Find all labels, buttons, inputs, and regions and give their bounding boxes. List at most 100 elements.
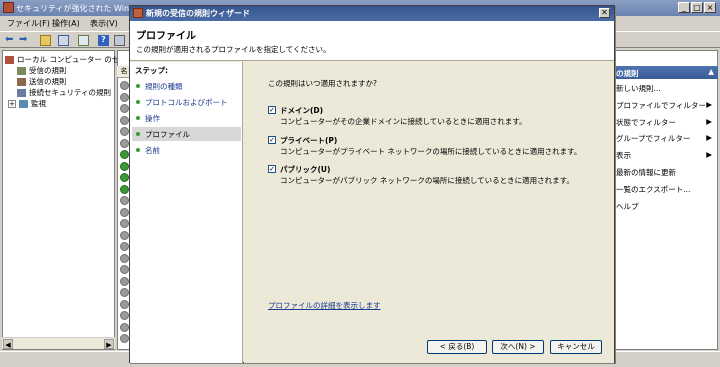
properties-icon[interactable] <box>114 35 125 46</box>
domain-description: コンピューターがその企業ドメインに接続しているときに適用されます。 <box>280 117 527 126</box>
action-item[interactable]: 最新の情報に更新 <box>616 167 716 179</box>
steps-title: ステップ: <box>135 66 168 75</box>
actions-header[interactable]: の規則 ▲ <box>614 66 718 79</box>
monitor-icon <box>19 99 28 108</box>
public-label[interactable]: パブリック(U) <box>280 164 330 175</box>
public-checkbox[interactable]: ✓ <box>268 165 276 173</box>
collapse-icon[interactable]: ▲ <box>708 67 714 76</box>
rule-status-icon <box>120 196 129 205</box>
rule-status-icon <box>120 92 129 102</box>
help-icon[interactable]: ? <box>98 35 109 46</box>
action-item[interactable]: 表示 ▶ <box>616 150 716 162</box>
close-button[interactable]: × <box>704 2 716 13</box>
step-protocol-port[interactable]: プロトコルおよびポート <box>132 95 241 109</box>
submenu-arrow-icon: ▶ <box>706 99 712 109</box>
scroll-left-icon[interactable]: ◀ <box>3 339 13 349</box>
wizard-header: プロファイル この規則が適用されるプロファイルを指定してください。 <box>130 21 614 61</box>
private-checkbox[interactable]: ✓ <box>268 136 276 144</box>
forward-arrow-icon[interactable]: ➡ <box>19 35 30 46</box>
step-rule-type[interactable]: 規則の種類 <box>132 79 241 93</box>
cancel-button[interactable]: キャンセル <box>550 340 602 354</box>
rule-status-icon <box>120 161 129 171</box>
domain-checkbox[interactable]: ✓ <box>268 106 276 114</box>
export-icon[interactable] <box>78 35 89 46</box>
action-label: ヘルプ <box>616 201 639 211</box>
tree-item-connection-security[interactable]: 接続セキュリティの規則 <box>17 87 111 98</box>
rule-status-icon <box>120 230 129 240</box>
action-item[interactable]: 一覧のエクスポート... <box>616 184 716 196</box>
step-label: 名前 <box>145 145 160 155</box>
private-description: コンピューターがプライベート ネットワークの場所に接続しているときに適用されます… <box>280 147 582 156</box>
action-label: 新しい規則... <box>616 84 661 93</box>
rule-status-icon <box>120 115 129 125</box>
wizard-close-button[interactable]: ✕ <box>599 8 610 18</box>
step-label: プロトコルおよびポート <box>145 97 228 107</box>
step-bullet-icon <box>136 132 140 136</box>
private-label[interactable]: プライベート(P) <box>280 135 337 146</box>
firewall-icon <box>3 2 14 13</box>
action-item[interactable]: 新しい規則... <box>616 83 716 95</box>
tree-root-label: ローカル コンピューター のセキ <box>17 55 127 64</box>
tree-item-monitoring[interactable]: + 監視 <box>8 98 46 109</box>
inbound-rules-icon <box>17 66 26 75</box>
actions-header-label: の規則 <box>616 69 639 78</box>
rule-status-icon <box>120 184 129 194</box>
action-item[interactable]: プロファイルでフィルター ▶ <box>616 100 716 112</box>
window-controls: _ □ × <box>678 2 716 13</box>
action-item[interactable]: 状態でフィルター ▶ <box>616 117 716 129</box>
rule-status-icon <box>120 311 129 320</box>
rule-status-icon <box>120 299 129 309</box>
step-action[interactable]: 操作 <box>132 111 241 125</box>
wizard-content: この規則はいつ適用されますか? ✓ ドメイン(D) コンピューターがその企業ドメ… <box>244 62 614 363</box>
step-name[interactable]: 名前 <box>132 143 241 157</box>
back-arrow-icon[interactable]: ⬅ <box>5 35 16 46</box>
step-label: 操作 <box>145 113 160 123</box>
menu-action[interactable]: 操作(A) <box>52 18 80 29</box>
submenu-arrow-icon: ▶ <box>706 133 712 143</box>
action-label: 一覧のエクスポート... <box>616 184 691 194</box>
tree-item-inbound[interactable]: 受信の規則 <box>17 65 67 76</box>
rule-status-icon <box>120 81 129 90</box>
expand-icon[interactable]: + <box>8 99 16 108</box>
maximize-button[interactable]: □ <box>691 2 703 13</box>
rule-status-icon <box>120 219 129 228</box>
firewall-icon <box>133 8 143 18</box>
domain-label[interactable]: ドメイン(D) <box>280 105 323 116</box>
rule-status-icon <box>120 253 129 263</box>
tree-item-outbound[interactable]: 送信の規則 <box>17 76 67 87</box>
back-button[interactable]: < 戻る(B) <box>427 340 487 354</box>
console-tree-icon[interactable] <box>58 35 69 46</box>
scroll-right-icon[interactable]: ▶ <box>104 339 114 349</box>
step-bullet-icon <box>136 100 140 104</box>
step-profile[interactable]: プロファイル <box>132 127 241 141</box>
rule-status-icon <box>120 334 129 343</box>
tree-item-label: 監視 <box>31 99 46 108</box>
tree-root[interactable]: ローカル コンピューター のセキ <box>5 54 127 65</box>
next-button[interactable]: 次へ(N) > <box>492 340 544 354</box>
tree-horizontal-scrollbar[interactable]: ◀ ▶ <box>2 337 115 349</box>
submenu-arrow-icon: ▶ <box>706 150 712 160</box>
step-bullet-icon <box>136 116 140 120</box>
action-item[interactable]: ヘルプ <box>616 201 716 213</box>
action-item[interactable]: グループでフィルター ▶ <box>616 133 716 145</box>
step-bullet-icon <box>136 148 140 152</box>
connection-security-icon <box>17 88 26 97</box>
console-tree: ローカル コンピューター のセキ 受信の規則 送信の規則 接続セキュリティの規則… <box>2 50 127 350</box>
profile-details-link[interactable]: プロファイルの詳細を表示します <box>268 300 381 311</box>
steps-panel: ステップ: 規則の種類 プロトコルおよびポート 操作 プロファイル 名前 <box>130 62 243 363</box>
rule-status-icon <box>120 104 129 113</box>
wizard-title: 新規の受信の規則ウィザード <box>146 9 250 18</box>
action-label: 表示 <box>616 151 631 161</box>
folder-up-icon[interactable] <box>40 35 51 46</box>
rule-status-icon <box>120 207 129 217</box>
menu-file[interactable]: ファイル(F) <box>7 18 50 29</box>
minimize-button[interactable]: _ <box>678 2 690 13</box>
menu-view[interactable]: 表示(V) <box>90 18 118 29</box>
rule-status-icon <box>120 242 129 251</box>
wizard-title-bar: 新規の受信の規則ウィザード ✕ <box>130 6 614 21</box>
firewall-icon <box>5 55 14 64</box>
page-title: プロファイル <box>136 31 196 42</box>
rule-status-icon <box>120 173 129 182</box>
rule-status-icon <box>120 150 129 159</box>
main-window-title: セキュリティが強化された Windo <box>16 4 140 13</box>
